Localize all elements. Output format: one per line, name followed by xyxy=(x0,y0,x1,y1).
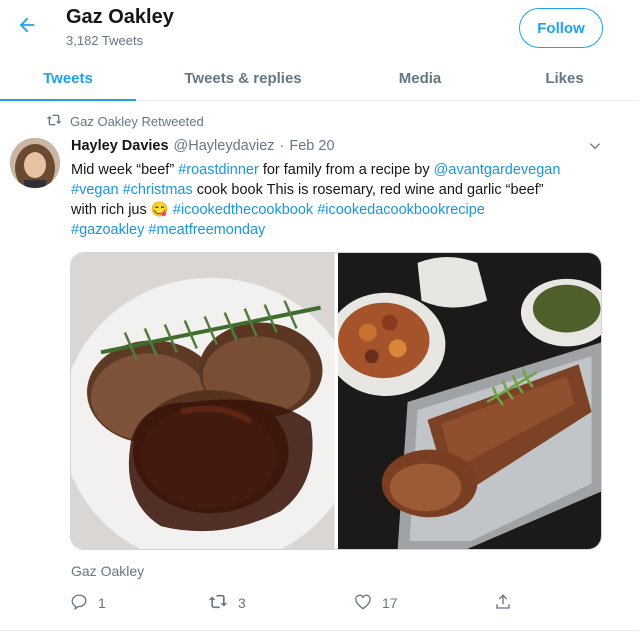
hashtag-gazoakley[interactable]: #gazoakley xyxy=(71,222,144,238)
emoji-yum: 😋 xyxy=(150,202,169,218)
hashtag-roastdinner[interactable]: #roastdinner xyxy=(178,162,259,178)
author-name[interactable]: Hayley Davies xyxy=(71,138,169,154)
reply-icon xyxy=(70,593,88,614)
like-button[interactable]: 17 xyxy=(354,590,398,616)
divider xyxy=(0,630,639,631)
tweet-text: Mid week “beef” #roastdinner for family … xyxy=(71,160,611,240)
tab-likes[interactable]: Likes xyxy=(490,56,639,100)
profile-header: Gaz Oakley 3,182 Tweets Follow xyxy=(0,0,639,56)
profile-tabs: Tweets Tweets & replies Media Likes xyxy=(0,56,639,101)
like-count: 17 xyxy=(382,595,398,611)
meta-separator: · xyxy=(279,138,285,154)
author-handle[interactable]: @Hayleydaviez xyxy=(174,138,275,154)
retweet-icon xyxy=(46,113,62,130)
tweet-text-segment: cook book This is rosemary, red wine and… xyxy=(192,182,544,198)
retweet-count: 3 xyxy=(238,595,246,611)
hashtag-christmas[interactable]: #christmas xyxy=(123,182,193,198)
hashtag-vegan[interactable]: #vegan xyxy=(71,182,119,198)
tweet-text-segment: with rich jus xyxy=(71,202,151,218)
back-button[interactable] xyxy=(10,10,44,44)
retweeter-name[interactable]: Gaz Oakley xyxy=(71,563,144,579)
mention-avantgardevegan[interactable]: @avantgardevegan xyxy=(434,162,561,178)
profile-title: Gaz Oakley xyxy=(66,6,174,28)
retweet-label[interactable]: Gaz Oakley Retweeted xyxy=(70,114,204,129)
retweet-icon xyxy=(208,593,228,613)
tweet-text-segment: for family from a recipe by xyxy=(258,162,434,178)
tab-media[interactable]: Media xyxy=(350,56,490,100)
share-button[interactable] xyxy=(494,590,512,616)
retweet-context: Gaz Oakley Retweeted xyxy=(46,112,204,130)
reply-button[interactable]: 1 xyxy=(70,590,106,616)
follow-button[interactable]: Follow xyxy=(519,8,603,48)
arrow-left-icon xyxy=(16,14,38,41)
tweet-actions: 1 3 17 xyxy=(70,590,600,616)
heart-icon xyxy=(354,593,372,613)
reply-count: 1 xyxy=(98,595,106,611)
tab-tweets-and-replies[interactable]: Tweets & replies xyxy=(136,56,350,100)
avatar[interactable] xyxy=(10,138,60,188)
hashtag-icookedacookbookrecipe[interactable]: #icookedacookbookrecipe xyxy=(317,202,485,218)
retweet-button[interactable]: 3 xyxy=(208,590,246,616)
tweet-header: Hayley Davies @Hayleydaviez · Feb 20 xyxy=(71,138,335,154)
hashtag-meatfreemonday[interactable]: #meatfreemonday xyxy=(148,222,265,238)
tweet-menu-button[interactable] xyxy=(586,139,604,157)
chevron-down-icon xyxy=(588,139,602,158)
tweet-text-segment: Mid week “beef” xyxy=(71,162,179,178)
share-icon xyxy=(494,593,512,614)
hashtag-icookedthecookbook[interactable]: #icookedthecookbook xyxy=(173,202,313,218)
tweet-count: 3,182 Tweets xyxy=(66,33,144,48)
tweet-media xyxy=(70,252,602,550)
tab-tweets[interactable]: Tweets xyxy=(0,56,136,101)
photo-roast-slices[interactable] xyxy=(71,253,335,549)
tweet-date[interactable]: Feb 20 xyxy=(289,138,334,154)
photo-roast-table[interactable] xyxy=(337,253,601,549)
